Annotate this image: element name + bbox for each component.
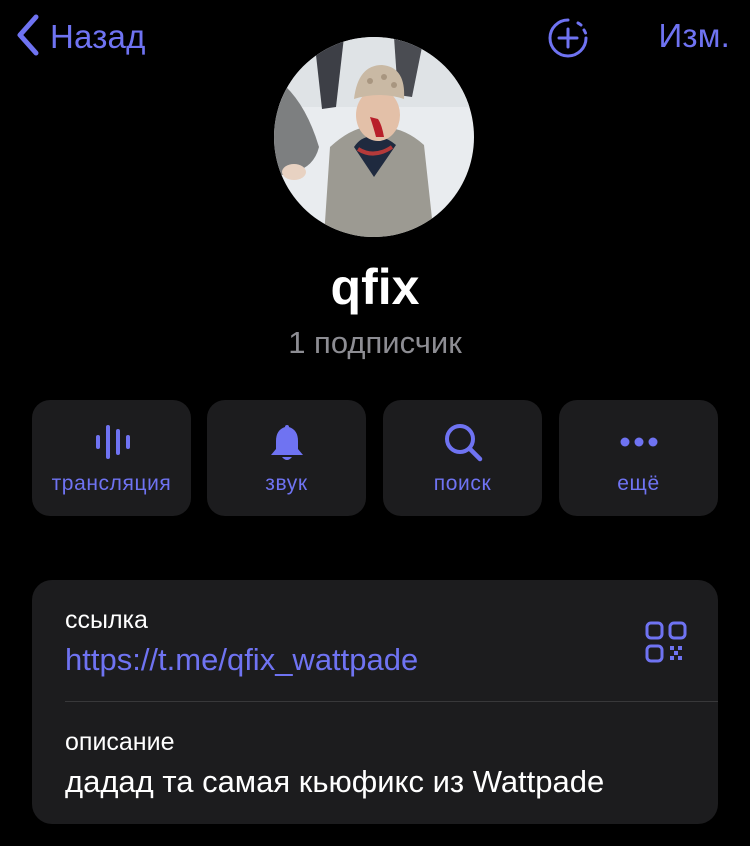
- add-story-button[interactable]: [546, 16, 590, 60]
- channel-description: дадад та самая кьюфикс из Wattpade: [65, 764, 605, 799]
- add-circle-dashed-icon: [546, 18, 590, 64]
- action-label: ещё: [617, 472, 660, 495]
- qr-code-button[interactable]: [644, 620, 688, 664]
- info-card: ссылка https://t.me/qfix_wattpade описан…: [32, 580, 718, 824]
- divider: [65, 701, 718, 702]
- livestream-button[interactable]: трансляция: [32, 400, 191, 516]
- edit-button[interactable]: Изм.: [658, 17, 730, 57]
- search-button[interactable]: поиск: [383, 400, 542, 516]
- sound-button[interactable]: звук: [207, 400, 366, 516]
- back-label: Назад: [50, 18, 146, 55]
- bell-icon: [207, 418, 366, 466]
- qr-code-icon: [644, 621, 688, 668]
- action-label: трансляция: [51, 472, 172, 495]
- link-title: ссылка: [65, 606, 148, 634]
- back-button[interactable]: Назад: [14, 14, 146, 60]
- action-bar: трансляция звук поиск ещё: [32, 400, 718, 516]
- more-button[interactable]: ещё: [559, 400, 718, 516]
- search-icon: [383, 418, 542, 466]
- description-title: описание: [65, 728, 175, 756]
- subscriber-count: 1 подписчик: [288, 325, 462, 360]
- waveform-icon: [32, 418, 191, 466]
- channel-name: qfix: [330, 259, 420, 315]
- chevron-left-icon: [14, 13, 42, 62]
- channel-profile-screen: Назад Изм. qfix 1 подписчик трансляция з…: [0, 0, 750, 846]
- action-label: звук: [265, 472, 308, 495]
- action-label: поиск: [433, 472, 492, 495]
- channel-link[interactable]: https://t.me/qfix_wattpade: [65, 642, 418, 678]
- more-icon: [559, 418, 718, 466]
- avatar[interactable]: [274, 37, 474, 237]
